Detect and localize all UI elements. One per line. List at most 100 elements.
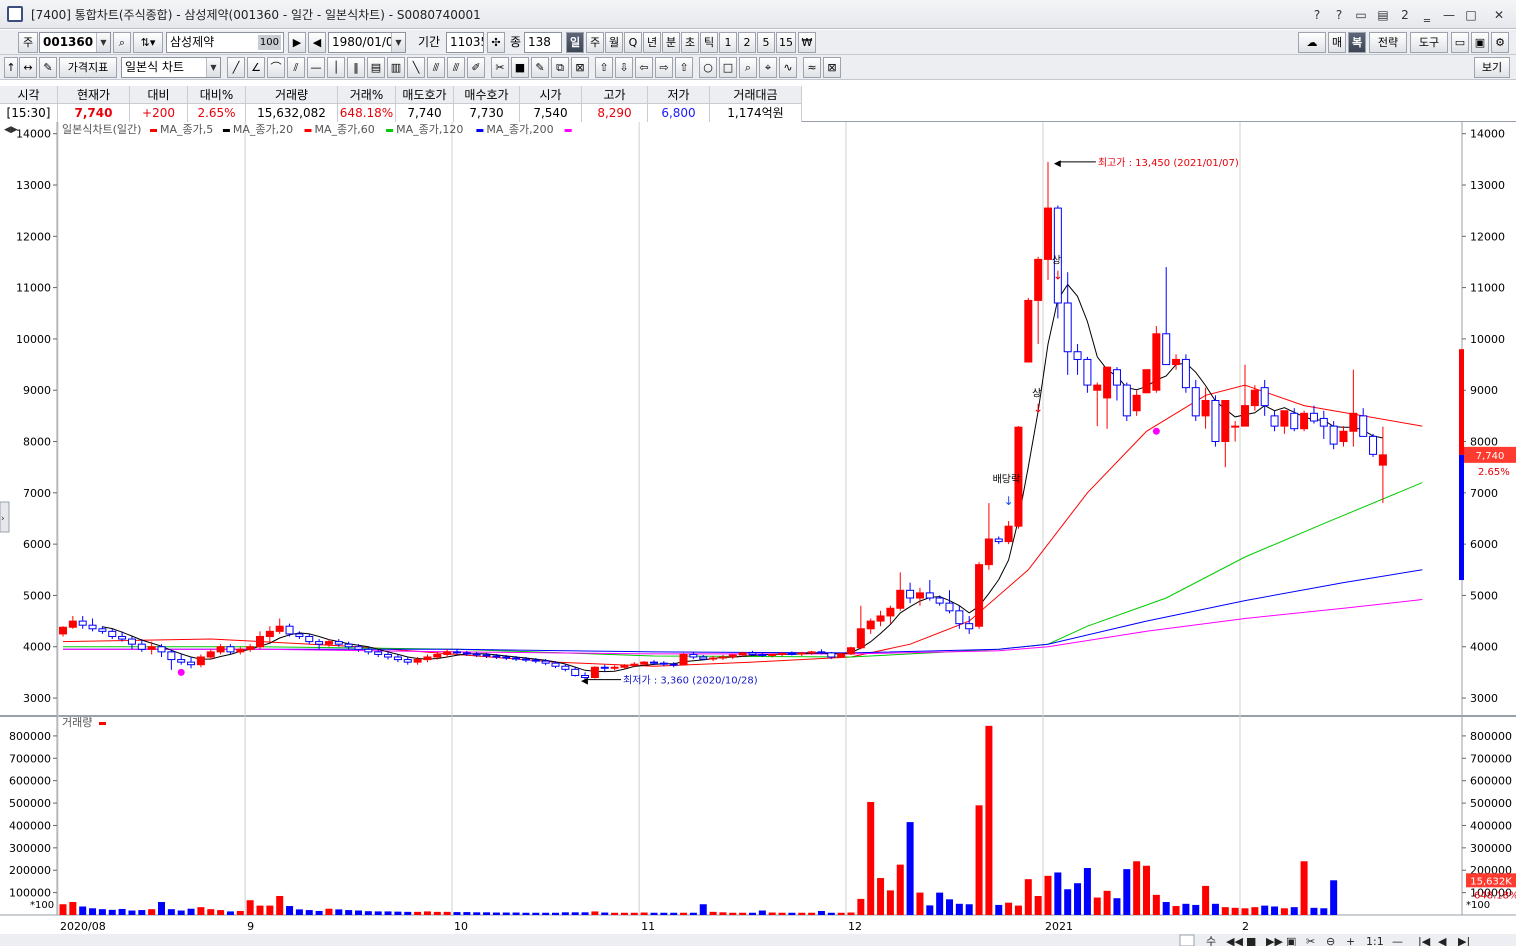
strategy-button[interactable]: 전략: [1369, 32, 1407, 53]
quote-header: 매수호가: [454, 86, 520, 104]
fill-icon[interactable]: ■: [511, 57, 529, 78]
swap-icon[interactable]: ↔: [19, 57, 37, 78]
maximize-button[interactable]: □: [1460, 8, 1482, 22]
volume-bar: [827, 912, 835, 915]
volume-bar: [877, 878, 885, 915]
volume-bar: [611, 912, 619, 915]
vol-tick-label-left: 600000: [9, 775, 51, 788]
chevron-down-icon[interactable]: ▼: [206, 58, 220, 77]
play-back-icon[interactable]: ◀: [308, 32, 326, 53]
volume-bar: [345, 910, 353, 915]
candle-body: [512, 657, 521, 660]
copy-icon[interactable]: ⧉: [551, 57, 569, 78]
screen-count-icon[interactable]: 2: [1394, 8, 1416, 22]
chevron-down-icon[interactable]: ▼: [391, 33, 405, 52]
stock-name-field[interactable]: 삼성제약 100: [166, 32, 284, 53]
view-button[interactable]: 보기: [1474, 57, 1510, 78]
edit-icon[interactable]: ✎: [39, 57, 57, 78]
interval-1[interactable]: 1: [719, 32, 737, 53]
candle-body: [393, 656, 402, 661]
x-tick-label: 2020/08: [60, 920, 106, 933]
minimize-button[interactable]: —: [1438, 8, 1460, 22]
wave-icon[interactable]: ∿: [779, 57, 797, 78]
down-arrow-icon[interactable]: ⇩: [615, 57, 633, 78]
volume-bar: [394, 911, 402, 915]
scissors-icon[interactable]: ✂: [491, 57, 509, 78]
chart-type-select[interactable]: 일본식 차트 ▼: [121, 57, 221, 78]
indicator-button[interactable]: 가격지표: [59, 57, 117, 78]
line-icon[interactable]: ╱: [227, 57, 245, 78]
trade-button[interactable]: 매: [1328, 32, 1346, 53]
compound-button[interactable]: 복: [1348, 32, 1366, 53]
interval-minute[interactable]: 분: [662, 32, 680, 53]
hline-icon[interactable]: —: [307, 57, 325, 78]
sort-icon[interactable]: ⇅▾: [133, 32, 163, 53]
marker-icon[interactable]: ✎: [531, 57, 549, 78]
scroll-thumb: [1179, 934, 1195, 947]
arrow-up2-icon[interactable]: ⇧: [675, 57, 693, 78]
save-icon[interactable]: ▣: [1471, 32, 1489, 53]
help-icon[interactable]: ?: [1306, 8, 1328, 22]
x-tick-label: 11: [641, 920, 655, 933]
period-input[interactable]: 11035: [446, 32, 484, 53]
candle-body: [1083, 358, 1092, 386]
rect-icon[interactable]: □: [719, 57, 737, 78]
play-forward-icon[interactable]: ▶: [288, 32, 306, 53]
arc-icon[interactable]: ⌒: [267, 57, 285, 78]
name-badge: 100: [257, 35, 281, 50]
interval-second[interactable]: 초: [681, 32, 699, 53]
zoom-icon[interactable]: ⌕: [739, 57, 757, 78]
pen-icon[interactable]: ✐: [467, 57, 485, 78]
restore-layout-icon[interactable]: ▭: [1350, 8, 1372, 22]
question-icon[interactable]: ?: [1328, 8, 1350, 22]
angle-icon[interactable]: ∠: [247, 57, 265, 78]
channel2-icon[interactable]: ⫻: [447, 57, 465, 78]
volume-bar: [808, 912, 816, 915]
left-arrow-icon[interactable]: ⇦: [635, 57, 653, 78]
wave2-icon[interactable]: ≈: [803, 57, 821, 78]
interval-month[interactable]: 월: [605, 32, 623, 53]
interval-15[interactable]: 15: [776, 32, 796, 53]
currency-icon[interactable]: ₩: [798, 32, 816, 53]
interval-quarter[interactable]: Q: [624, 32, 642, 53]
interval-year[interactable]: 년: [643, 32, 661, 53]
chevron-down-icon[interactable]: ▼: [96, 33, 110, 52]
interval-tick[interactable]: 틱: [700, 32, 718, 53]
interval-5[interactable]: 5: [757, 32, 775, 53]
date-input[interactable]: 1980/01/04 ▼: [328, 32, 406, 53]
folder-icon[interactable]: ▭: [1451, 32, 1469, 53]
candle-body: [571, 668, 580, 676]
tools-button[interactable]: 도구: [1410, 32, 1448, 53]
y-tick-label-left: 8000: [23, 436, 51, 449]
channel-icon[interactable]: ⫻: [427, 57, 445, 78]
interval-2[interactable]: 2: [738, 32, 756, 53]
up-arrow-icon[interactable]: ⇧: [595, 57, 613, 78]
up-arrow-icon[interactable]: ↑: [4, 57, 18, 78]
right-arrow-icon[interactable]: ⇨: [655, 57, 673, 78]
settings-icon[interactable]: ⚙: [1491, 32, 1509, 53]
stock-code-input[interactable]: 001360 ▼: [39, 32, 111, 53]
vline-icon[interactable]: │: [327, 57, 345, 78]
pin-icon[interactable]: ‗: [1416, 8, 1438, 22]
interval-day[interactable]: 일: [566, 32, 584, 53]
target-icon[interactable]: ⌖: [759, 57, 777, 78]
circle-icon[interactable]: ○: [699, 57, 717, 78]
stock-chart[interactable]: 2020/08 9 10 11 12 2021 2 3000 3000 4000 4000 5000 5…: [0, 122, 1516, 948]
multi-vline-icon[interactable]: ‖: [347, 57, 365, 78]
box-icon[interactable]: ⊠: [571, 57, 589, 78]
grid2-icon[interactable]: ▥: [387, 57, 405, 78]
candle-body: [1152, 333, 1161, 391]
close-button[interactable]: ✕: [1482, 8, 1516, 22]
market-select[interactable]: 주: [18, 32, 38, 53]
interval-week[interactable]: 주: [586, 32, 604, 53]
trend-icon[interactable]: ╲: [407, 57, 425, 78]
layout-icon[interactable]: ▤: [1372, 8, 1394, 22]
crosshair-icon[interactable]: ✣: [487, 32, 505, 53]
volume-bar: [295, 909, 303, 915]
search-icon[interactable]: ⌕: [113, 32, 131, 53]
fan-icon[interactable]: ⫽: [287, 57, 305, 78]
cloud-icon[interactable]: ☁: [1298, 32, 1326, 53]
erase-icon[interactable]: ⊠: [823, 57, 841, 78]
grid-icon[interactable]: ▤: [367, 57, 385, 78]
count-input[interactable]: 138: [524, 32, 562, 53]
